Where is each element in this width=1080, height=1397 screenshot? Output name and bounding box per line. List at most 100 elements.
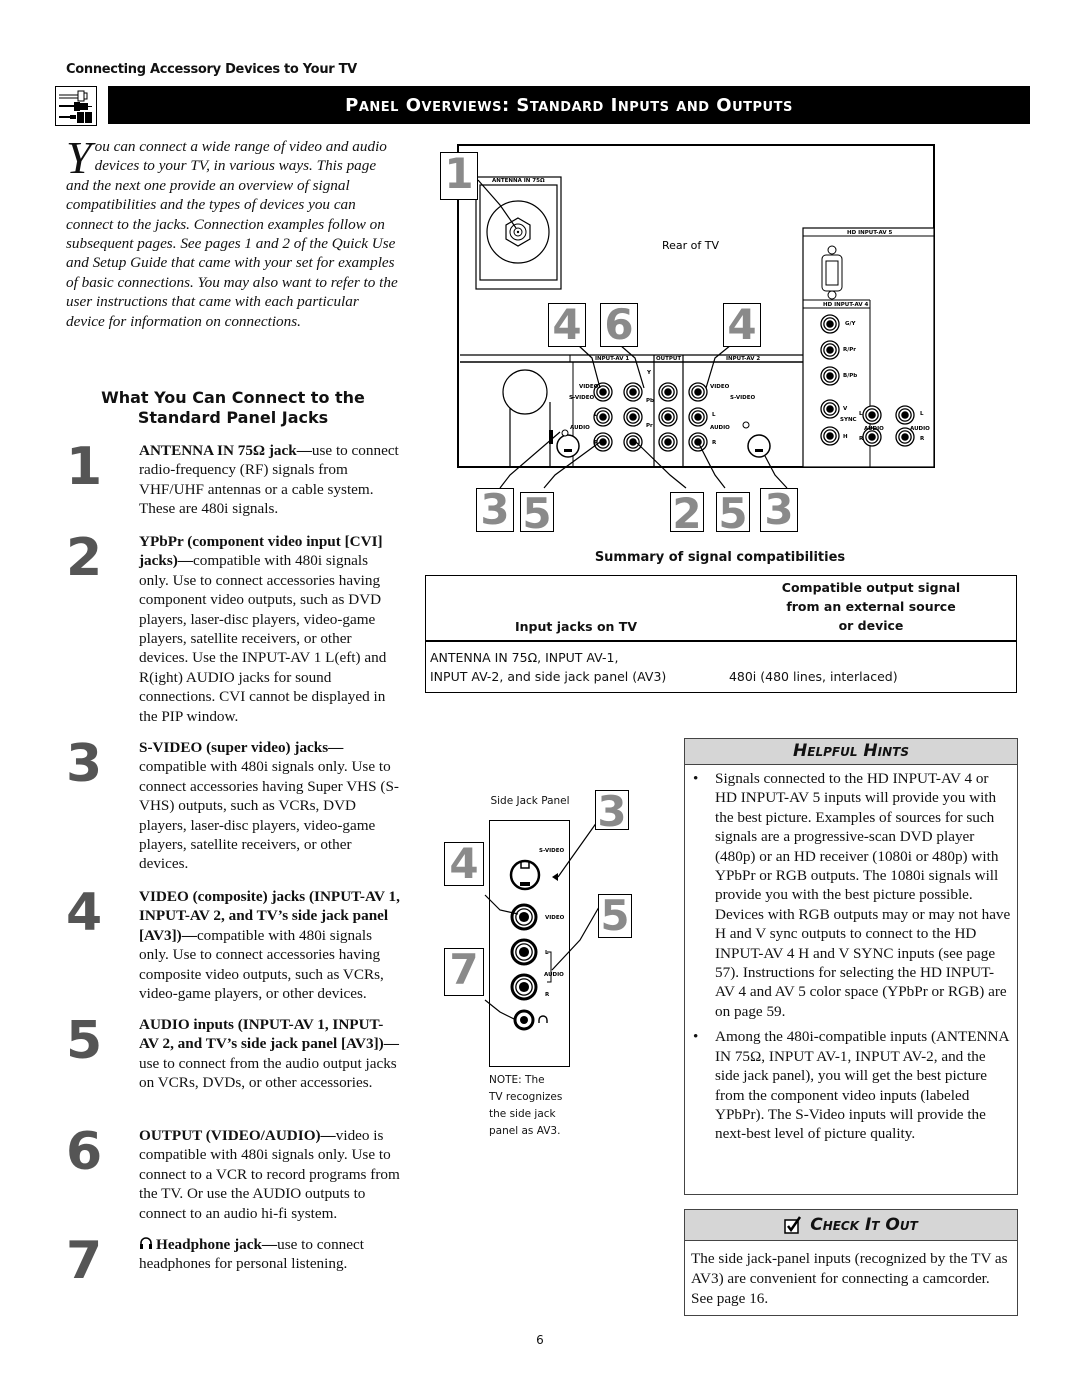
svg-text:L: L	[859, 411, 863, 417]
svg-text:V: V	[843, 406, 848, 412]
item-description: compatible with 480i signals only. Use t…	[139, 758, 399, 873]
item-description: compatible with 480i signals only. Use t…	[139, 552, 387, 725]
side-callout-4: 4	[444, 842, 484, 886]
rear-tv-diagram: ANTENNA IN 75Ω INPUT-AV 1 OUTPUT INPUT-A…	[440, 140, 1040, 535]
jack-item-7: 7 Headphone jack—use to connect headphon…	[66, 1235, 400, 1287]
svg-text:AUDIO: AUDIO	[864, 426, 884, 432]
svg-text:SYNC: SYNC	[840, 417, 857, 423]
side-video-jack-pin	[518, 911, 530, 923]
side-video-label: VIDEO	[545, 915, 565, 921]
svg-text:VIDEO: VIDEO	[710, 384, 730, 390]
hint-bullet: • Signals connected to the HD INPUT-AV 4 …	[693, 770, 1011, 1020]
jack-item-5: 5 AUDIO inputs (INPUT-AV 1, INPUT-AV 2, …	[66, 1015, 400, 1093]
side-l-label: L	[545, 950, 549, 956]
cable-connectors-icon	[55, 86, 97, 126]
item-title: S-VIDEO (super video) jacks—	[139, 739, 344, 756]
svg-text:S-VIDEO: S-VIDEO	[569, 395, 594, 401]
svg-text:L: L	[712, 412, 716, 418]
hint-bullet: • Among the 480i-compatible inputs (ANTEN…	[693, 1027, 1011, 1143]
av1-y-jack-pin	[629, 388, 637, 396]
hd-av4-l-jack-pin	[868, 411, 876, 419]
hd-h-jack-pin	[826, 432, 834, 440]
intro-paragraph: You can connect a wide range of video an…	[66, 132, 400, 331]
av1-l-jack-pin	[599, 413, 607, 421]
item-number: 7	[66, 1231, 103, 1291]
jack-item-2: 2 YPbPr (component video input [CVI] jac…	[66, 532, 400, 726]
side-audio-label: AUDIO	[544, 972, 564, 978]
subheading-line-2: Standard Panel Jacks	[137, 408, 329, 427]
svg-text:B/Pb: B/Pb	[843, 373, 857, 379]
hd-av5-r-jack-pin	[901, 433, 909, 441]
hd-gy-jack-pin	[826, 320, 834, 328]
page-title: Panel Overviews: Standard Inputs and Out…	[345, 94, 793, 116]
output-video-jack-pin	[664, 388, 672, 396]
callout-2-ypbpr: 2	[670, 492, 704, 535]
subheading-line-1: What You Can Connect to the	[101, 388, 365, 407]
side-callout-7: 7	[444, 948, 484, 996]
hd-rpr-jack-pin	[826, 346, 834, 354]
hd-av5-l-jack-pin	[901, 411, 909, 419]
item-number: 5	[66, 1011, 103, 1071]
item-number: 1	[66, 437, 103, 497]
signal-compatibility-table: Input jacks on TV Compatible output sign…	[425, 575, 1017, 693]
item-number: 6	[66, 1122, 103, 1182]
svg-text:G/Y: G/Y	[845, 321, 857, 327]
drop-cap: Y	[66, 132, 92, 183]
side-l-jack-pin	[518, 946, 530, 958]
rear-caption: Rear of TV	[662, 239, 719, 252]
output-r-jack-pin	[664, 438, 672, 446]
side-callout-3: 3	[595, 790, 629, 833]
intro-text: ou can connect a wide range of video and…	[66, 138, 398, 330]
av1-pr-jack-pin	[629, 438, 637, 446]
svg-text:Pb: Pb	[646, 398, 654, 404]
item-title: ANTENNA IN 75Ω jack—	[139, 442, 312, 459]
check-it-out-text: The side jack-panel inputs (recognized b…	[691, 1250, 1008, 1307]
item-description: use to connect from the audio output jac…	[139, 1054, 397, 1092]
svg-text:L: L	[594, 412, 598, 418]
page-number: 6	[536, 1333, 544, 1347]
col-header-signal: Compatible output signal from an externa…	[726, 576, 1016, 640]
hd-av5-label: HD INPUT-AV 5	[847, 230, 893, 236]
item-number: 2	[66, 528, 103, 588]
jack-item-3: 3 S-VIDEO (super video) jacks—compatible…	[66, 738, 400, 874]
output-label: OUTPUT	[656, 356, 681, 362]
svg-text:VIDEO: VIDEO	[579, 384, 599, 390]
col-header-line: from an external source	[786, 598, 956, 614]
check-it-out-box: Check It Out The side jack-panel inputs …	[684, 1209, 1018, 1316]
side-r-jack-pin	[518, 981, 530, 993]
jack-item-4: 4 VIDEO (composite) jacks (INPUT-AV 1, I…	[66, 887, 400, 1003]
hint-text: Signals connected to the HD INPUT-AV 4 o…	[715, 770, 1011, 1020]
callout-5-audio-av2: 5	[716, 492, 750, 535]
check-it-out-title: Check It Out	[810, 1215, 918, 1235]
callout-3-svideo-av2: 3	[760, 488, 798, 532]
svg-text:AUDIO: AUDIO	[570, 425, 590, 431]
page-title-banner: Panel Overviews: Standard Inputs and Out…	[108, 86, 1030, 124]
side-svideo-label: S-VIDEO	[539, 848, 564, 854]
section-label: Connecting Accessory Devices to Your TV	[66, 62, 357, 77]
callout-5-audio-av1: 5	[520, 492, 554, 535]
helpful-hints-box: Helpful Hints • Signals connected to the …	[684, 738, 1018, 1195]
svg-text:L: L	[920, 411, 924, 417]
side-r-label: R	[545, 992, 550, 998]
jack-item-1: 1 ANTENNA IN 75Ω jack—use to connect rad…	[66, 441, 400, 519]
item-title: Headphone jack—	[156, 1236, 278, 1253]
note-line: the side jack	[489, 1108, 556, 1120]
cell-line: ANTENNA IN 75Ω, INPUT AV-1,	[430, 650, 619, 665]
hd-bpb-jack-pin	[826, 372, 834, 380]
helpful-hints-title: Helpful Hints	[685, 739, 1017, 765]
av1-r-jack-pin	[599, 438, 607, 446]
callout-6-output: 6	[600, 303, 638, 347]
note-line: TV recognizes	[489, 1091, 563, 1103]
checkbox-checked-icon	[784, 1216, 802, 1234]
col-header-line: Compatible output signal	[781, 579, 961, 595]
headphone-icon	[139, 1236, 153, 1250]
antenna-label: ANTENNA IN 75Ω	[492, 178, 545, 184]
side-panel-note: NOTE: The TV recognizes the side jack pa…	[489, 1072, 579, 1140]
hd-av4-r-jack-pin	[868, 433, 876, 441]
input-av1-label: INPUT-AV 1	[595, 356, 629, 362]
table-row: ANTENNA IN 75Ω, INPUT AV-1, INPUT AV-2, …	[426, 642, 1016, 692]
cell-inputs: ANTENNA IN 75Ω, INPUT AV-1, INPUT AV-2, …	[426, 648, 727, 686]
svg-text:Pr: Pr	[646, 423, 653, 429]
callout-4-video-av1: 4	[548, 303, 586, 347]
callout-3-svideo-av1: 3	[476, 488, 514, 532]
